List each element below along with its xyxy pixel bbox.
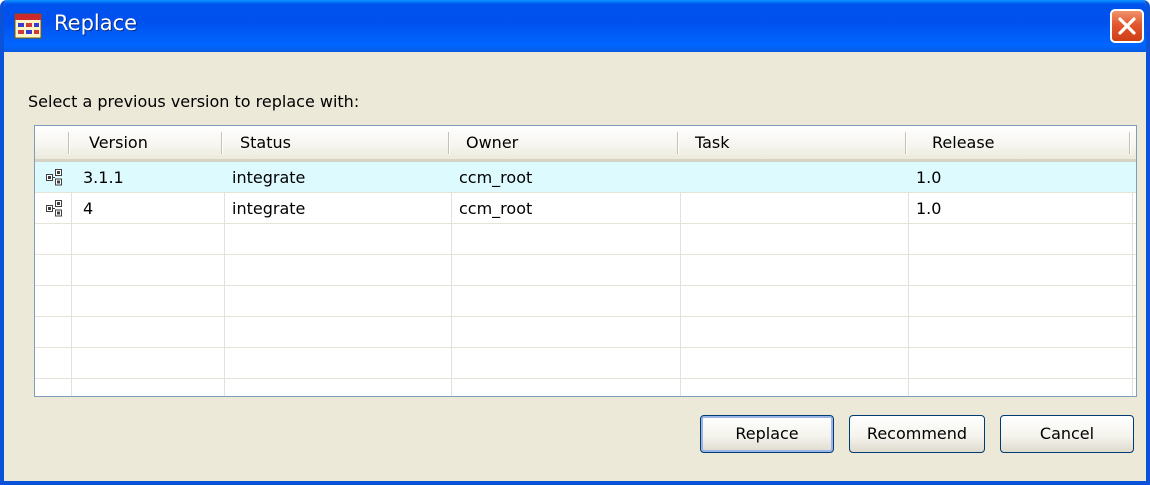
version-cell: 4 bbox=[83, 199, 94, 218]
dialog-body: Select a previous version to replace wit… bbox=[4, 52, 1146, 481]
column-header-status[interactable]: Status bbox=[240, 126, 291, 159]
release-cell: 1.0 bbox=[916, 199, 942, 218]
empty-row bbox=[35, 379, 1136, 396]
replace-dialog: Replace Select a previous version to rep… bbox=[0, 0, 1150, 485]
empty-row bbox=[35, 286, 1136, 317]
version-cell: 3.1.1 bbox=[83, 168, 124, 187]
table-header: Version Status Owner Task Release bbox=[35, 126, 1136, 162]
title-bar[interactable]: Replace bbox=[4, 0, 1146, 52]
cancel-button[interactable]: Cancel bbox=[1000, 415, 1134, 453]
owner-cell: ccm_root bbox=[459, 199, 533, 218]
empty-row bbox=[35, 317, 1136, 348]
column-header-release[interactable]: Release bbox=[932, 126, 995, 159]
status-cell: integrate bbox=[232, 168, 306, 187]
column-header-owner[interactable]: Owner bbox=[466, 126, 518, 159]
empty-row bbox=[35, 255, 1136, 286]
object-icon bbox=[46, 200, 62, 217]
column-separator[interactable] bbox=[1129, 132, 1131, 154]
object-icon bbox=[46, 169, 62, 186]
column-header-version[interactable]: Version bbox=[89, 126, 148, 159]
close-button[interactable] bbox=[1110, 9, 1144, 43]
owner-cell: ccm_root bbox=[459, 168, 533, 187]
release-cell: 1.0 bbox=[916, 168, 942, 187]
replace-button[interactable]: Replace bbox=[700, 415, 834, 453]
window-title: Replace bbox=[54, 11, 138, 35]
status-cell: integrate bbox=[232, 199, 306, 218]
empty-row bbox=[35, 224, 1136, 255]
column-separator[interactable] bbox=[68, 132, 70, 154]
column-separator[interactable] bbox=[677, 132, 679, 154]
column-separator[interactable] bbox=[221, 132, 223, 154]
empty-row bbox=[35, 348, 1136, 379]
table-row[interactable]: 3.1.1 integrate ccm_root 1.0 bbox=[35, 162, 1136, 193]
column-separator[interactable] bbox=[905, 132, 907, 154]
recommend-button[interactable]: Recommend bbox=[849, 415, 985, 453]
close-icon bbox=[1118, 17, 1136, 35]
table-row[interactable]: 4 integrate ccm_root 1.0 bbox=[35, 193, 1136, 224]
column-separator[interactable] bbox=[448, 132, 450, 154]
prompt-label: Select a previous version to replace wit… bbox=[28, 92, 360, 111]
app-icon bbox=[14, 13, 42, 39]
versions-table[interactable]: Version Status Owner Task Release 3.1.1 … bbox=[34, 125, 1137, 397]
column-header-task[interactable]: Task bbox=[695, 126, 730, 159]
